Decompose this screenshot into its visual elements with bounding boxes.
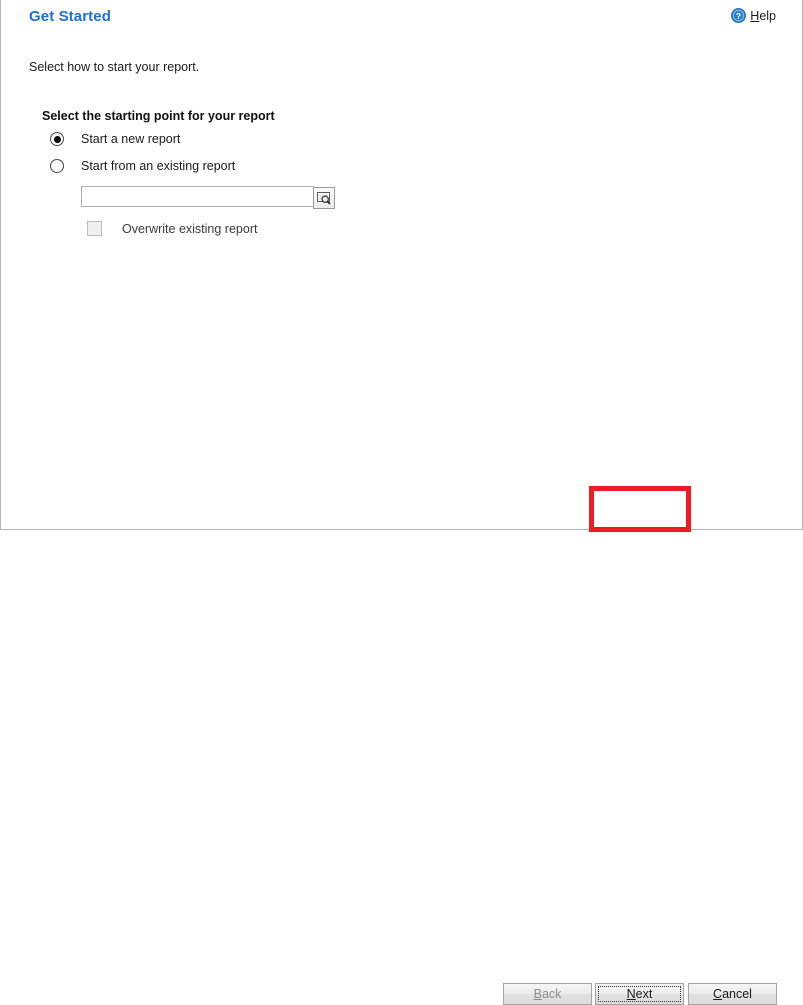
help-circle-icon: ? — [731, 8, 747, 23]
help-link[interactable]: ? Help — [731, 8, 776, 23]
svg-text:?: ? — [736, 11, 741, 21]
radio-row-start-new-report[interactable]: Start a new report — [50, 132, 180, 146]
radio-start-existing-report[interactable] — [50, 159, 64, 173]
footer-button-bar: Back Next Cancel — [1, 483, 802, 1005]
help-label: Help — [750, 9, 776, 23]
back-accel-char: B — [533, 987, 542, 1001]
existing-report-input[interactable] — [81, 186, 314, 207]
cancel-button[interactable]: Cancel — [688, 983, 777, 1005]
existing-report-field-group — [81, 186, 335, 209]
cancel-accel-char: C — [713, 987, 723, 1001]
back-button-label: Back — [534, 987, 562, 1001]
page-title: Get Started — [29, 8, 111, 25]
overwrite-existing-report-checkbox[interactable] — [87, 221, 102, 236]
next-button-label: Next — [627, 987, 653, 1001]
cancel-button-label: Cancel — [713, 987, 752, 1001]
wizard-page: Get Started ? Help Select how to start y… — [0, 0, 803, 1005]
overwrite-existing-report-label: Overwrite existing report — [122, 221, 258, 236]
help-rest-chars: elp — [759, 8, 776, 23]
help-accel-char: H — [750, 8, 760, 23]
browse-search-icon-button[interactable] — [313, 187, 335, 209]
intro-text: Select how to start your report. — [29, 60, 200, 74]
next-accel-char: N — [626, 987, 636, 1001]
group-label: Select the starting point for your repor… — [42, 109, 275, 123]
next-button[interactable]: Next — [595, 983, 684, 1005]
cancel-rest-chars: ancel — [722, 987, 752, 1001]
radio-row-start-existing-report[interactable]: Start from an existing report — [50, 159, 235, 173]
back-rest-chars: ack — [541, 987, 562, 1001]
back-button[interactable]: Back — [503, 983, 592, 1005]
radio-start-new-report[interactable] — [50, 132, 64, 146]
radio-label-start-existing-report: Start from an existing report — [81, 159, 236, 173]
next-rest-chars: ext — [635, 987, 653, 1001]
overwrite-checkbox-row[interactable]: Overwrite existing report — [87, 221, 257, 236]
browse-search-icon — [317, 191, 331, 205]
radio-label-start-new-report: Start a new report — [81, 132, 181, 146]
